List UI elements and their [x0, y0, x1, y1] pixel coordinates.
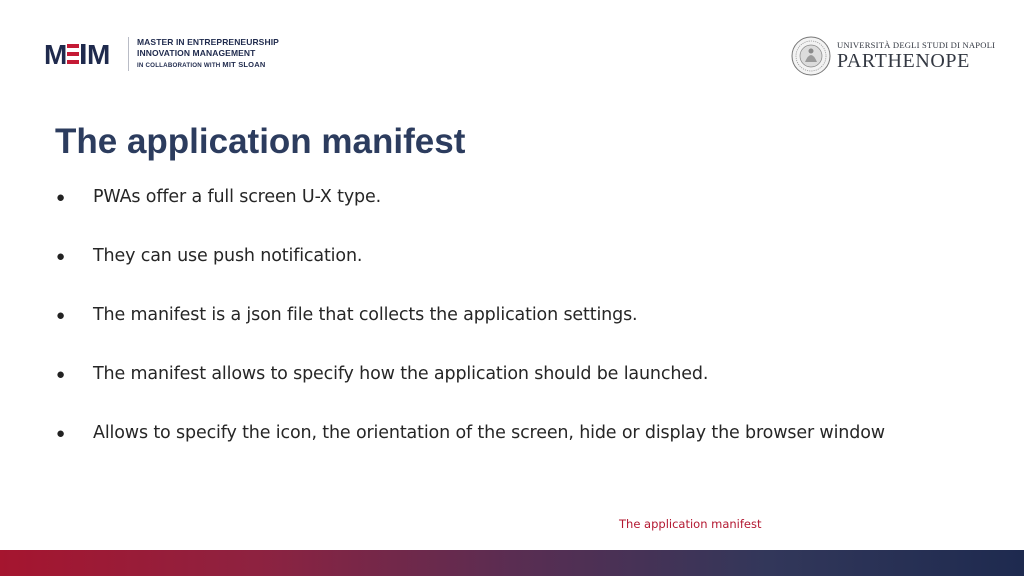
- meim-logo: M M MASTER IN ENTREPRENEURSHIP INNOVATIO…: [44, 36, 279, 72]
- bullet-text: The manifest is a json file that collect…: [93, 305, 638, 325]
- bullet-text: The manifest allows to specify how the a…: [93, 364, 709, 384]
- bullet-text: They can use push notification.: [93, 246, 363, 266]
- bullet-item: ● Allows to specify the icon, the orient…: [56, 420, 885, 479]
- bullet-dot-icon: ●: [56, 248, 66, 265]
- bullet-item: ● PWAs offer a full screen U-X type.: [56, 184, 885, 243]
- meim-logo-mark: M M: [44, 39, 110, 69]
- meim-logo-line1: MASTER IN ENTREPRENEURSHIP: [137, 37, 279, 47]
- bullet-item: ● They can use push notification.: [56, 243, 885, 302]
- bullet-list: ● PWAs offer a full screen U-X type. ● T…: [56, 184, 885, 479]
- university-name: UNIVERSITÀ DEGLI STUDI DI NAPOLI PARTHEN…: [837, 40, 995, 72]
- meim-logo-line2: INNOVATION MANAGEMENT: [137, 48, 256, 58]
- bullet-dot-icon: ●: [56, 425, 66, 442]
- bottom-gradient-bar: [0, 550, 1024, 576]
- bullet-dot-icon: ●: [56, 189, 66, 206]
- university-logo: UNIVERSITÀ DEGLI STUDI DI NAPOLI PARTHEN…: [791, 36, 995, 76]
- bullet-dot-icon: ●: [56, 366, 66, 383]
- svg-text:M: M: [44, 39, 66, 69]
- bullet-dot-icon: ●: [56, 307, 66, 324]
- meim-logo-mit: MIT SLOAN: [222, 60, 266, 69]
- meim-logo-collab: IN COLLABORATION WITH: [137, 62, 221, 69]
- bullet-text: PWAs offer a full screen U-X type.: [93, 187, 382, 207]
- meim-logo-text: MASTER IN ENTREPRENEURSHIP INNOVATION MA…: [137, 37, 279, 71]
- university-seal-icon: [791, 36, 831, 76]
- meim-logo-divider: [128, 37, 129, 71]
- bullet-item: ● The manifest is a json file that colle…: [56, 302, 885, 361]
- bullet-text: Allows to specify the icon, the orientat…: [93, 423, 885, 443]
- slide-title: The application manifest: [55, 122, 466, 161]
- bullet-item: ● The manifest allows to specify how the…: [56, 361, 885, 420]
- svg-text:M: M: [87, 39, 110, 69]
- meim-logo-e: [67, 44, 79, 64]
- footer-slide-label: The application manifest: [619, 517, 762, 531]
- university-top-text: UNIVERSITÀ DEGLI STUDI DI NAPOLI: [837, 40, 996, 50]
- university-name-text: PARTHENOPE: [837, 50, 970, 72]
- meim-logo-line3: IN COLLABORATION WITH MIT SLOAN: [137, 59, 279, 71]
